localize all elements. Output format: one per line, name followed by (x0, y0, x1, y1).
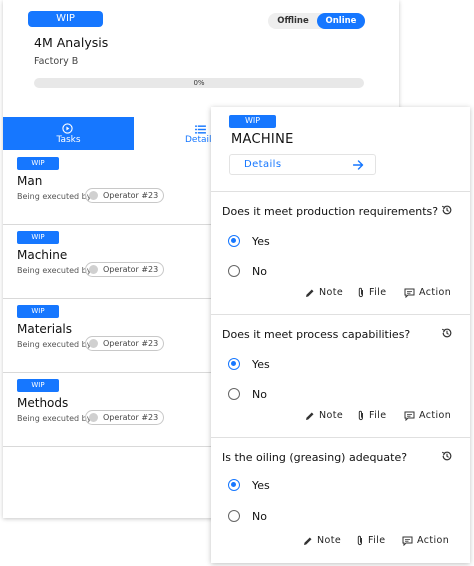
action-button[interactable]: Action (404, 410, 451, 421)
history-icon[interactable] (441, 327, 453, 339)
question-card: Does it meet process capabilities? Yes N… (211, 314, 470, 437)
action-label: Action (419, 410, 452, 421)
option-no[interactable]: No (228, 509, 267, 523)
question-card: Does it meet production requirements? Ye… (211, 191, 470, 314)
operator-name: Operator #23 (103, 191, 159, 200)
executed-by-label: Being executed by: (17, 266, 94, 275)
note-button[interactable]: Note (305, 410, 343, 421)
play-circle-icon (62, 123, 73, 134)
option-label: No (252, 264, 267, 278)
avatar (89, 413, 98, 422)
action-label: Action (419, 287, 452, 298)
offline-option[interactable]: Offline (268, 13, 318, 29)
option-label: No (252, 387, 267, 401)
pencil-icon (306, 412, 314, 420)
executed-by-label: Being executed by: (17, 414, 94, 423)
pencil-icon (304, 537, 312, 545)
online-option[interactable]: Online (317, 13, 365, 29)
file-label: File (369, 410, 387, 421)
file-button[interactable]: File (356, 535, 386, 546)
pencil-icon (306, 289, 314, 297)
history-icon[interactable] (441, 450, 453, 462)
task-detail-card: WIP MACHINE Details Does it meet product… (211, 107, 470, 563)
comment-icon (402, 536, 413, 546)
option-label: Yes (252, 478, 270, 492)
executed-by-label: Being executed by: (17, 192, 94, 201)
operator-name: Operator #23 (103, 339, 159, 348)
task-name: Materials (17, 322, 73, 336)
option-label: Yes (252, 357, 270, 371)
paperclip-icon (358, 287, 363, 298)
radio-button[interactable] (228, 510, 240, 522)
file-label: File (369, 287, 387, 298)
radio-button[interactable] (228, 235, 240, 247)
option-no[interactable]: No (228, 387, 267, 401)
task-status-badge: WIP (17, 157, 59, 170)
progress-bar: 0% (34, 78, 364, 88)
note-label: Note (317, 535, 342, 546)
executed-by-label: Being executed by: (17, 340, 94, 349)
operator-chip: Operator #23 (85, 188, 165, 203)
status-badge: WIP (28, 11, 103, 27)
option-label: No (252, 509, 267, 523)
task-name: Man (17, 174, 43, 188)
question-text: Does it meet process capabilities? (222, 328, 411, 341)
arrow-right-icon (353, 160, 364, 170)
operator-name: Operator #23 (103, 265, 159, 274)
avatar (89, 191, 98, 200)
radio-button[interactable] (228, 265, 240, 277)
task-status-badge: WIP (17, 305, 59, 318)
option-no[interactable]: No (228, 264, 267, 278)
operator-chip: Operator #23 (85, 336, 165, 351)
connectivity-toggle[interactable]: Offline Online (268, 13, 365, 29)
note-button[interactable]: Note (305, 287, 343, 298)
comment-icon (404, 411, 415, 421)
operator-chip: Operator #23 (85, 410, 165, 425)
status-badge: WIP (229, 115, 276, 128)
task-status-badge: WIP (17, 379, 59, 392)
operator-name: Operator #23 (103, 413, 159, 422)
task-name: Machine (17, 248, 68, 262)
list-icon (195, 125, 206, 134)
progress-label: 0% (193, 79, 205, 87)
task-title: MACHINE (231, 132, 294, 147)
option-yes[interactable]: Yes (228, 234, 270, 248)
option-yes[interactable]: Yes (228, 357, 270, 371)
radio-button[interactable] (228, 388, 240, 400)
history-icon[interactable] (441, 204, 453, 216)
paperclip-icon (358, 410, 363, 421)
comment-icon (404, 288, 415, 298)
action-button[interactable]: Action (404, 287, 451, 298)
note-label: Note (319, 410, 344, 421)
radio-button[interactable] (228, 479, 240, 491)
task-status-badge: WIP (17, 231, 59, 244)
option-yes[interactable]: Yes (228, 478, 270, 492)
tab-tasks[interactable]: Tasks (3, 117, 134, 150)
question-actions: Note File Action (211, 535, 470, 549)
file-label: File (368, 535, 386, 546)
action-label: Action (417, 535, 450, 546)
question-actions: Note File Action (211, 410, 470, 424)
operator-chip: Operator #23 (85, 262, 165, 277)
avatar (89, 265, 98, 274)
question-card: Is the oiling (greasing) adequate? Yes N… (211, 437, 470, 560)
option-label: Yes (252, 234, 270, 248)
question-text: Does it meet production requirements? (222, 205, 439, 218)
note-label: Note (319, 287, 344, 298)
details-button[interactable]: Details (229, 154, 376, 175)
paperclip-icon (357, 535, 362, 546)
file-button[interactable]: File (357, 287, 387, 298)
factory-subtitle: Factory B (34, 56, 79, 67)
radio-button[interactable] (228, 358, 240, 370)
tab-tasks-label: Tasks (56, 135, 81, 145)
action-button[interactable]: Action (402, 535, 449, 546)
task-name: Methods (17, 396, 69, 410)
avatar (89, 339, 98, 348)
page-title: 4M Analysis (34, 35, 109, 50)
question-text: Is the oiling (greasing) adequate? (222, 451, 408, 464)
note-button[interactable]: Note (303, 535, 341, 546)
file-button[interactable]: File (357, 410, 387, 421)
question-actions: Note File Action (211, 287, 470, 301)
details-button-label: Details (244, 159, 282, 170)
